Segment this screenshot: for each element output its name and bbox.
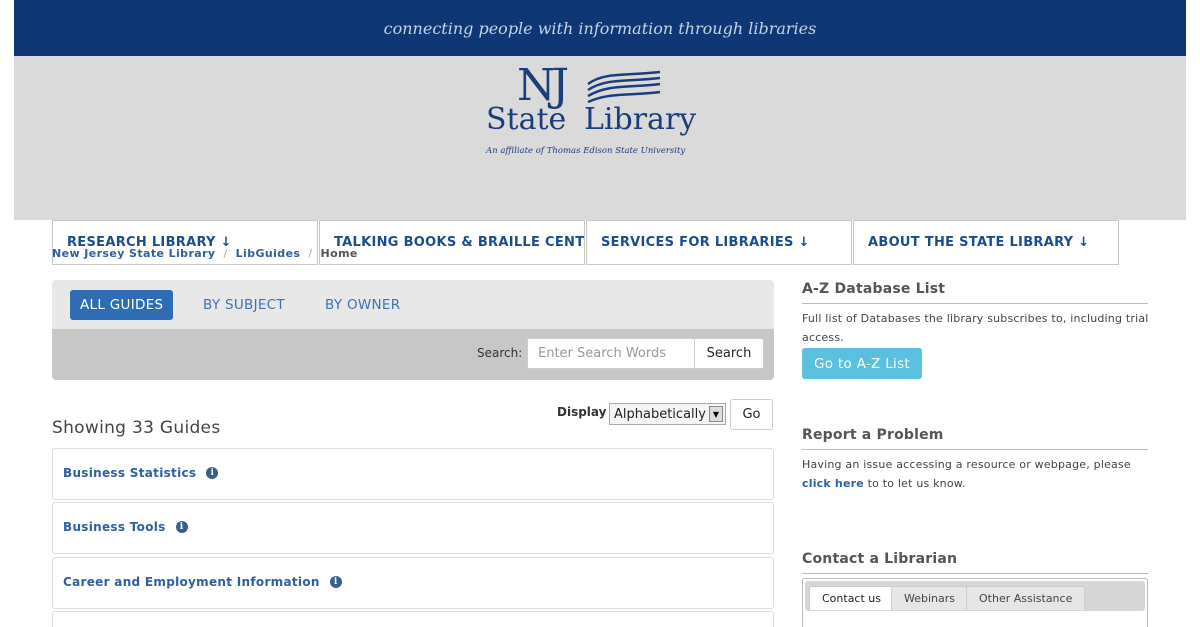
tab-contact-us[interactable]: Contact us — [809, 586, 894, 610]
display-selected-value: Alphabetically — [614, 406, 706, 422]
report-problem-text: Having an issue accessing a resource or … — [802, 458, 1131, 490]
search-row: Search: Search — [52, 329, 774, 380]
tab-all-guides[interactable]: ALL GUIDES — [70, 290, 174, 320]
nav-about-state-library[interactable]: ABOUT THE STATE LIBRARY ↓ — [853, 220, 1119, 265]
site-header: NJ State Library An affiliate of Thomas … — [14, 56, 1186, 265]
logo-waves-icon — [587, 70, 661, 104]
az-description: Full list of Databases the library subsc… — [802, 312, 1149, 344]
tagline-bar: connecting people with information throu… — [14, 0, 1186, 56]
info-icon[interactable]: i — [206, 467, 219, 479]
tab-by-subject[interactable]: BY SUBJECT — [193, 290, 295, 320]
go-button[interactable]: Go — [730, 399, 773, 430]
guide-link-career-employment[interactable]: Career and Employment Information — [63, 575, 320, 589]
guide-item: Career and Employment Information i — [52, 557, 774, 609]
tagline: connecting people with information throu… — [383, 18, 817, 38]
guide-item: Business Statistics i — [52, 448, 774, 500]
tab-other-assistance[interactable]: Other Assistance — [966, 586, 1086, 610]
guide-tabs: ALL GUIDES BY SUBJECT BY OWNER — [52, 280, 774, 329]
report-problem-heading: Report a Problem — [802, 427, 1148, 450]
breadcrumb-current: Home — [320, 247, 358, 260]
guides-panel: ALL GUIDES BY SUBJECT BY OWNER Search: S… — [52, 280, 774, 380]
nav-talking-books[interactable]: TALKING BOOKS & BRAILLE CENTER ↓ — [319, 220, 585, 265]
search-label: Search: — [477, 346, 523, 360]
breadcrumb-libguides[interactable]: LibGuides — [236, 247, 301, 260]
tab-webinars[interactable]: Webinars — [891, 586, 969, 610]
nav-services-for-libraries[interactable]: SERVICES FOR LIBRARIES ↓ — [586, 220, 852, 265]
display-select[interactable]: Alphabetically ▼ — [609, 403, 726, 425]
search-button[interactable]: Search — [694, 338, 764, 369]
guide-item: Business Tools i — [52, 502, 774, 554]
click-here-link[interactable]: click here — [802, 477, 864, 490]
contact-widget: Contact us Webinars Other Assistance — [802, 578, 1148, 627]
display-label: Display — [557, 405, 607, 419]
logo-affiliate: An affiliate of Thomas Edison State Univ… — [486, 146, 686, 156]
logo-state: State — [486, 102, 567, 137]
guide-link-business-tools[interactable]: Business Tools — [63, 520, 166, 534]
guide-link-business-statistics[interactable]: Business Statistics — [63, 466, 196, 480]
breadcrumb: New Jersey State Library / LibGuides / Home — [52, 247, 358, 260]
logo-library: Library — [584, 102, 697, 137]
tab-by-owner[interactable]: BY OWNER — [315, 290, 410, 320]
info-icon[interactable]: i — [329, 576, 342, 588]
az-heading: A-Z Database List — [802, 281, 1148, 304]
showing-count: Showing 33 Guides — [52, 418, 221, 438]
guide-item — [52, 611, 774, 627]
search-input[interactable] — [527, 338, 695, 369]
breadcrumb-home[interactable]: New Jersey State Library — [52, 247, 216, 260]
info-icon[interactable]: i — [175, 521, 188, 533]
contact-librarian-heading: Contact a Librarian — [802, 551, 1148, 574]
nj-state-library-logo[interactable]: NJ State Library An affiliate of Thomas … — [484, 64, 714, 160]
contact-tabs: Contact us Webinars Other Assistance — [805, 581, 1145, 611]
select-arrow-icon: ▼ — [709, 406, 723, 422]
go-to-az-list-button[interactable]: Go to A-Z List — [802, 348, 922, 379]
